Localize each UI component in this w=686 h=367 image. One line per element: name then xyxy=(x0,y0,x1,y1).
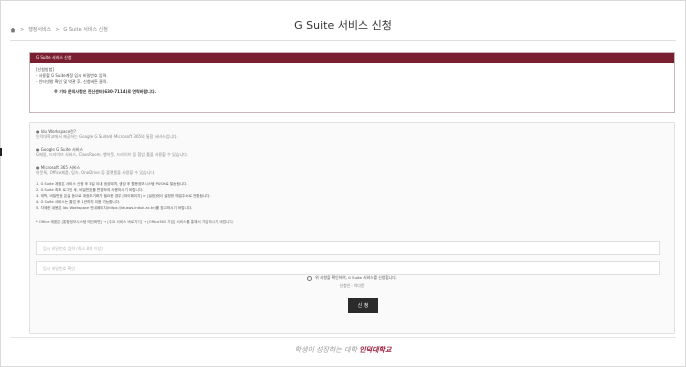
submit-button[interactable]: 신 청 xyxy=(348,298,378,313)
google-info: Google G Suite 서비스 G메일, 드라이브 서비스, ClassR… xyxy=(36,147,188,157)
office-note: * Office 제품은 [통합정보시스템 메인화면] → [주요 서비스 바로… xyxy=(36,220,234,224)
applicant-line: 신청인 : 이다윤 xyxy=(339,283,365,288)
guide-panel-header: G Suite 서비스 신청 xyxy=(30,53,674,63)
agree-text: 위 사항을 확인하여, G Suite 서비스를 신청합니다. xyxy=(315,275,397,280)
footer-brand: 인덕대학교 xyxy=(359,345,392,354)
footer-slogan: 학생이 성장하는 대학 xyxy=(294,346,357,354)
scroll-marker xyxy=(0,148,2,156)
google-desc: G메일, 드라이브 서비스, ClassRoom, 행아웃, 드라이브 등 협업… xyxy=(36,152,189,158)
agreement-area: 위 사항을 확인하여, G Suite 서비스를 신청합니다. 신청인 : 이다… xyxy=(30,275,674,289)
temp-password-confirm-input[interactable] xyxy=(36,261,660,275)
microsoft-info: Microsoft 365 서비스 아웃룩, Office제품, 팀즈, One… xyxy=(36,165,155,175)
temp-password-input[interactable] xyxy=(36,241,660,255)
method-line: - 인터넷창 확인 및 약관 후, 신청버튼 클릭. xyxy=(36,79,108,85)
workspace-desc: 인덕대학교에서 제공하는 Google G Suite와 Microsoft 3… xyxy=(36,134,178,140)
contact-note: ※ 기타 문의사항은 전산센터(630-7114)로 연락바랍니다. xyxy=(54,88,157,94)
workspace-info: Idu Workspace란? 인덕대학교에서 제공하는 Google G Su… xyxy=(36,129,178,139)
page-title: G Suite 서비스 신청 xyxy=(294,19,392,32)
steps-list: 1. G Suite 계정은 서비스 신청 후 3일 이내 생성되며, 생성 후… xyxy=(36,181,211,211)
footer-divider xyxy=(10,337,676,338)
footer-logo: 학생이 성장하는 대학 인덕대학교 xyxy=(0,345,686,355)
agree-checkbox-label[interactable]: 위 사항을 확인하여, G Suite 서비스를 신청합니다. xyxy=(307,275,397,281)
guide-panel: G Suite 서비스 신청 [신청방법] - 사용할 G Suite계정 임시… xyxy=(29,52,675,113)
microsoft-desc: 아웃룩, Office제품, 팀즈, OneDrive 등 플랫폼을 사용할 수… xyxy=(36,170,156,176)
info-section: Idu Workspace란? 인덕대학교에서 제공하는 Google G Su… xyxy=(29,122,675,334)
step-item: 5. 자세한 내용은 Idu Workspace 안내페이지(https://i… xyxy=(36,206,193,211)
agree-checkbox[interactable] xyxy=(307,275,313,281)
title-divider xyxy=(10,40,676,41)
